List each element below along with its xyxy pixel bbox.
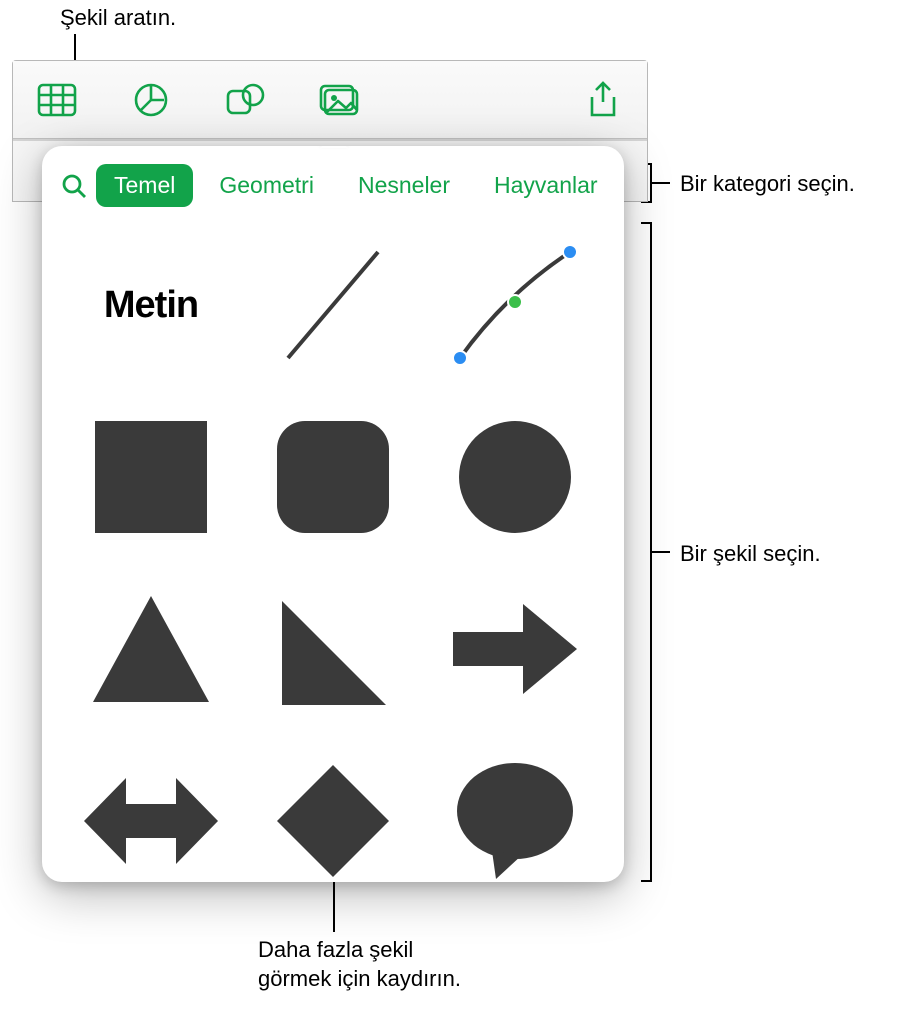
toolbar (13, 61, 647, 139)
shape-line[interactable] (258, 235, 408, 375)
toolbar-table-button[interactable] (33, 78, 81, 122)
shapes-popover: Temel Geometri Nesneler Hayvanlar Metin (42, 146, 624, 882)
shape-diamond[interactable] (258, 751, 408, 882)
category-tab-geometri[interactable]: Geometri (201, 164, 332, 207)
toolbar-share-button[interactable] (579, 78, 627, 122)
callout-category-label: Bir kategori seçin. (680, 170, 855, 199)
shape-arrow-right[interactable] (440, 579, 590, 719)
search-icon[interactable] (60, 169, 88, 203)
category-tab-temel[interactable]: Temel (96, 164, 193, 207)
category-row: Temel Geometri Nesneler Hayvanlar (42, 146, 624, 217)
shape-curve[interactable] (440, 235, 590, 375)
shape-right-triangle[interactable] (258, 579, 408, 719)
callout-shape-label: Bir şekil seçin. (680, 540, 821, 569)
callout-shape-line (652, 551, 670, 553)
callout-search-label: Şekil aratın. (60, 4, 176, 33)
shape-square[interactable] (76, 407, 226, 547)
shape-text-label: Metin (104, 284, 198, 327)
shapes-grid: Metin (42, 217, 624, 882)
callout-category-line (652, 182, 670, 184)
shape-arrow-bidir[interactable] (76, 751, 226, 882)
toolbar-chart-button[interactable] (127, 78, 175, 122)
toolbar-media-button[interactable] (315, 78, 363, 122)
shape-circle[interactable] (440, 407, 590, 547)
shape-speech-bubble[interactable] (440, 751, 590, 882)
shape-text[interactable]: Metin (76, 235, 226, 375)
category-tab-hayvanlar[interactable]: Hayvanlar (476, 164, 616, 207)
category-tab-nesneler[interactable]: Nesneler (340, 164, 468, 207)
shape-rounded-square[interactable] (258, 407, 408, 547)
toolbar-shape-button[interactable] (221, 78, 269, 122)
popover-arrow (320, 146, 348, 148)
callout-scroll-label: Daha fazla şekil görmek için kaydırın. (258, 936, 461, 993)
shape-triangle[interactable] (76, 579, 226, 719)
